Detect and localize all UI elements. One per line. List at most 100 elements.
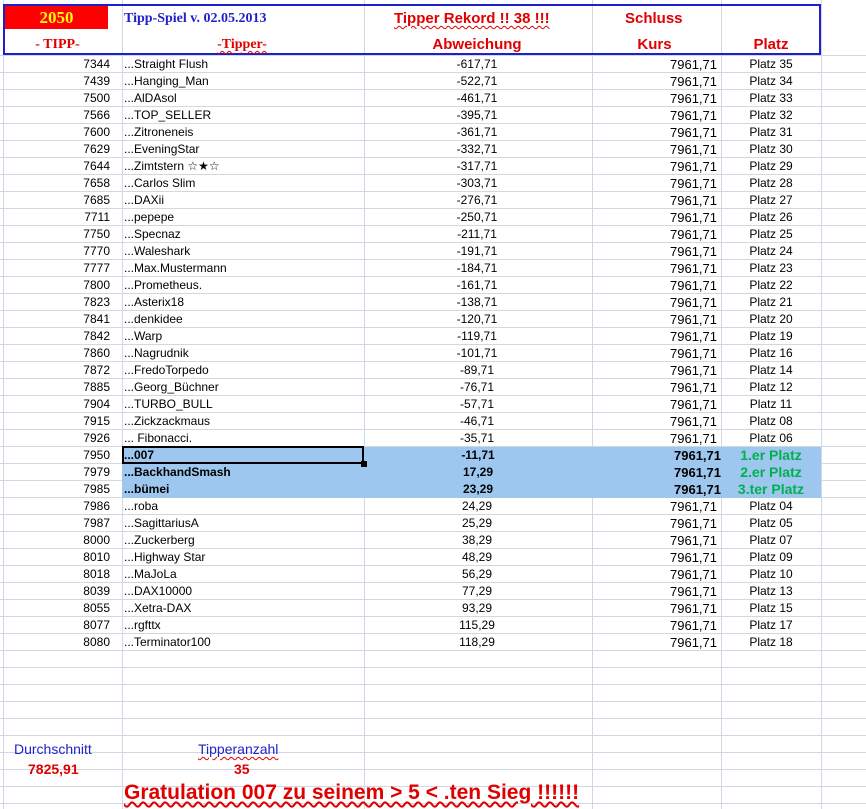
platz-cell[interactable]: Platz 20	[721, 311, 821, 328]
tipp-cell[interactable]: 7629	[5, 141, 110, 158]
tipper-cell[interactable]: ...pepepe	[124, 209, 360, 226]
abweichung-cell[interactable]: 118,29	[364, 634, 590, 651]
kurs-cell[interactable]: 7961,71	[592, 464, 725, 481]
kurs-cell[interactable]: 7961,71	[592, 634, 717, 651]
tipp-cell[interactable]: 7711	[5, 209, 110, 226]
kurs-cell[interactable]: 7961,71	[592, 430, 717, 447]
platz-cell[interactable]: Platz 22	[721, 277, 821, 294]
platz-cell[interactable]: Platz 19	[721, 328, 821, 345]
tipp-cell[interactable]: 7685	[5, 192, 110, 209]
kurs-cell[interactable]: 7961,71	[592, 243, 717, 260]
tipper-cell[interactable]: ...Straight Flush	[124, 56, 360, 73]
kurs-cell[interactable]: 7961,71	[592, 498, 717, 515]
platz-cell[interactable]: Platz 30	[721, 141, 821, 158]
platz-cell[interactable]: Platz 05	[721, 515, 821, 532]
col-header-tipper[interactable]: -Tipper-	[124, 35, 360, 55]
abweichung-cell[interactable]: 23,29	[364, 481, 592, 498]
tipper-cell[interactable]: ...roba	[124, 498, 360, 515]
schluss-label[interactable]: Schluss	[625, 9, 683, 29]
kurs-cell[interactable]: 7961,71	[592, 226, 717, 243]
kurs-cell[interactable]: 7961,71	[592, 277, 717, 294]
platz-cell[interactable]: Platz 14	[721, 362, 821, 379]
tipper-cell[interactable]: ...Waleshark	[124, 243, 360, 260]
platz-cell[interactable]: Platz 04	[721, 498, 821, 515]
abweichung-cell[interactable]: 38,29	[364, 532, 590, 549]
tipp-cell[interactable]: 7885	[5, 379, 110, 396]
tipper-cell[interactable]: ...Georg_Büchner	[124, 379, 360, 396]
tipp-cell[interactable]: 7823	[5, 294, 110, 311]
tipper-cell[interactable]: ...Hanging_Man	[124, 73, 360, 90]
tipp-cell[interactable]: 8080	[5, 634, 110, 651]
tipp-cell[interactable]: 7777	[5, 260, 110, 277]
kurs-cell[interactable]: 7961,71	[592, 396, 717, 413]
tipp-cell[interactable]: 7926	[5, 430, 110, 447]
abweichung-cell[interactable]: -617,71	[364, 56, 590, 73]
abweichung-cell[interactable]: -191,71	[364, 243, 590, 260]
tipp-cell[interactable]: 8039	[5, 583, 110, 600]
tipper-cell[interactable]: ...Highway Star	[124, 549, 360, 566]
platz-cell[interactable]: Platz 08	[721, 413, 821, 430]
platz-cell[interactable]: Platz 09	[721, 549, 821, 566]
kurs-cell[interactable]: 7961,71	[592, 158, 717, 175]
col-header-kurs[interactable]: Kurs	[592, 35, 717, 55]
tipp-cell[interactable]: 7872	[5, 362, 110, 379]
platz-cell[interactable]: Platz 26	[721, 209, 821, 226]
kurs-cell[interactable]: 7961,71	[592, 141, 717, 158]
kurs-cell[interactable]: 7961,71	[592, 532, 717, 549]
abweichung-cell[interactable]: -138,71	[364, 294, 590, 311]
platz-cell[interactable]: Platz 11	[721, 396, 821, 413]
platz-cell[interactable]: Platz 33	[721, 90, 821, 107]
gratulation-banner[interactable]: Gratulation 007 zu seinem > 5 < .ten Sie…	[124, 781, 579, 805]
col-header-platz[interactable]: Platz	[721, 35, 821, 55]
tipper-cell[interactable]: ...Carlos Slim	[124, 175, 360, 192]
abweichung-cell[interactable]: -522,71	[364, 73, 590, 90]
tipp-cell[interactable]: 7904	[5, 396, 110, 413]
abweichung-cell[interactable]: 56,29	[364, 566, 590, 583]
abweichung-cell[interactable]: -250,71	[364, 209, 590, 226]
kurs-cell[interactable]: 7961,71	[592, 566, 717, 583]
platz-cell[interactable]: Platz 29	[721, 158, 821, 175]
abweichung-cell[interactable]: -211,71	[364, 226, 590, 243]
abweichung-cell[interactable]: -317,71	[364, 158, 590, 175]
tipper-cell[interactable]: ...MaJoLa	[124, 566, 360, 583]
tipp-cell[interactable]: 7800	[5, 277, 110, 294]
tipper-cell[interactable]: ...Zimtstern ☆★☆	[124, 158, 360, 175]
tipper-cell[interactable]: ... Fibonacci.	[124, 430, 360, 447]
abweichung-cell[interactable]: -303,71	[364, 175, 590, 192]
tipper-cell[interactable]: ...EveningStar	[124, 141, 360, 158]
abweichung-cell[interactable]: 24,29	[364, 498, 590, 515]
tipp-cell[interactable]: 7986	[5, 498, 110, 515]
platz-cell[interactable]: Platz 17	[721, 617, 821, 634]
kurs-cell[interactable]: 7961,71	[592, 549, 717, 566]
tipper-cell[interactable]: ...DAX10000	[124, 583, 360, 600]
kurs-cell[interactable]: 7961,71	[592, 56, 717, 73]
kurs-cell[interactable]: 7961,71	[592, 362, 717, 379]
sheet-title[interactable]: Tipp-Spiel v. 02.05.2013	[124, 9, 267, 29]
tipper-cell[interactable]: ...AlDAsol	[124, 90, 360, 107]
abweichung-cell[interactable]: 93,29	[364, 600, 590, 617]
kurs-cell[interactable]: 7961,71	[592, 90, 717, 107]
kurs-cell[interactable]: 7961,71	[592, 379, 717, 396]
platz-cell[interactable]: Platz 31	[721, 124, 821, 141]
tipper-cell[interactable]: ...BackhandSmash	[122, 464, 366, 481]
kurs-cell[interactable]: 7961,71	[592, 600, 717, 617]
abweichung-cell[interactable]: -395,71	[364, 107, 590, 124]
abweichung-cell[interactable]: -11,71	[364, 447, 592, 464]
platz-cell[interactable]: Platz 10	[721, 566, 821, 583]
abweichung-cell[interactable]: -35,71	[364, 430, 590, 447]
durchschnitt-value[interactable]: 7825,91	[28, 761, 79, 777]
tipp-cell[interactable]: 7600	[5, 124, 110, 141]
tipper-cell[interactable]: ...DAXii	[124, 192, 360, 209]
tipper-cell[interactable]: ...Max.Mustermann	[124, 260, 360, 277]
tipper-cell[interactable]: ...SagittariusA	[124, 515, 360, 532]
kurs-cell[interactable]: 7961,71	[592, 209, 717, 226]
abweichung-cell[interactable]: -361,71	[364, 124, 590, 141]
tipper-cell[interactable]: ...Xetra-DAX	[124, 600, 360, 617]
tipper-cell[interactable]: ...Terminator100	[124, 634, 360, 651]
kurs-cell[interactable]: 7961,71	[592, 481, 725, 498]
tipper-cell[interactable]: ...Asterix18	[124, 294, 360, 311]
abweichung-cell[interactable]: -76,71	[364, 379, 590, 396]
tipper-cell[interactable]: ...rgfttx	[124, 617, 360, 634]
tipper-cell[interactable]: ...Specnaz	[124, 226, 360, 243]
tipper-cell[interactable]: ...Zickzackmaus	[124, 413, 360, 430]
